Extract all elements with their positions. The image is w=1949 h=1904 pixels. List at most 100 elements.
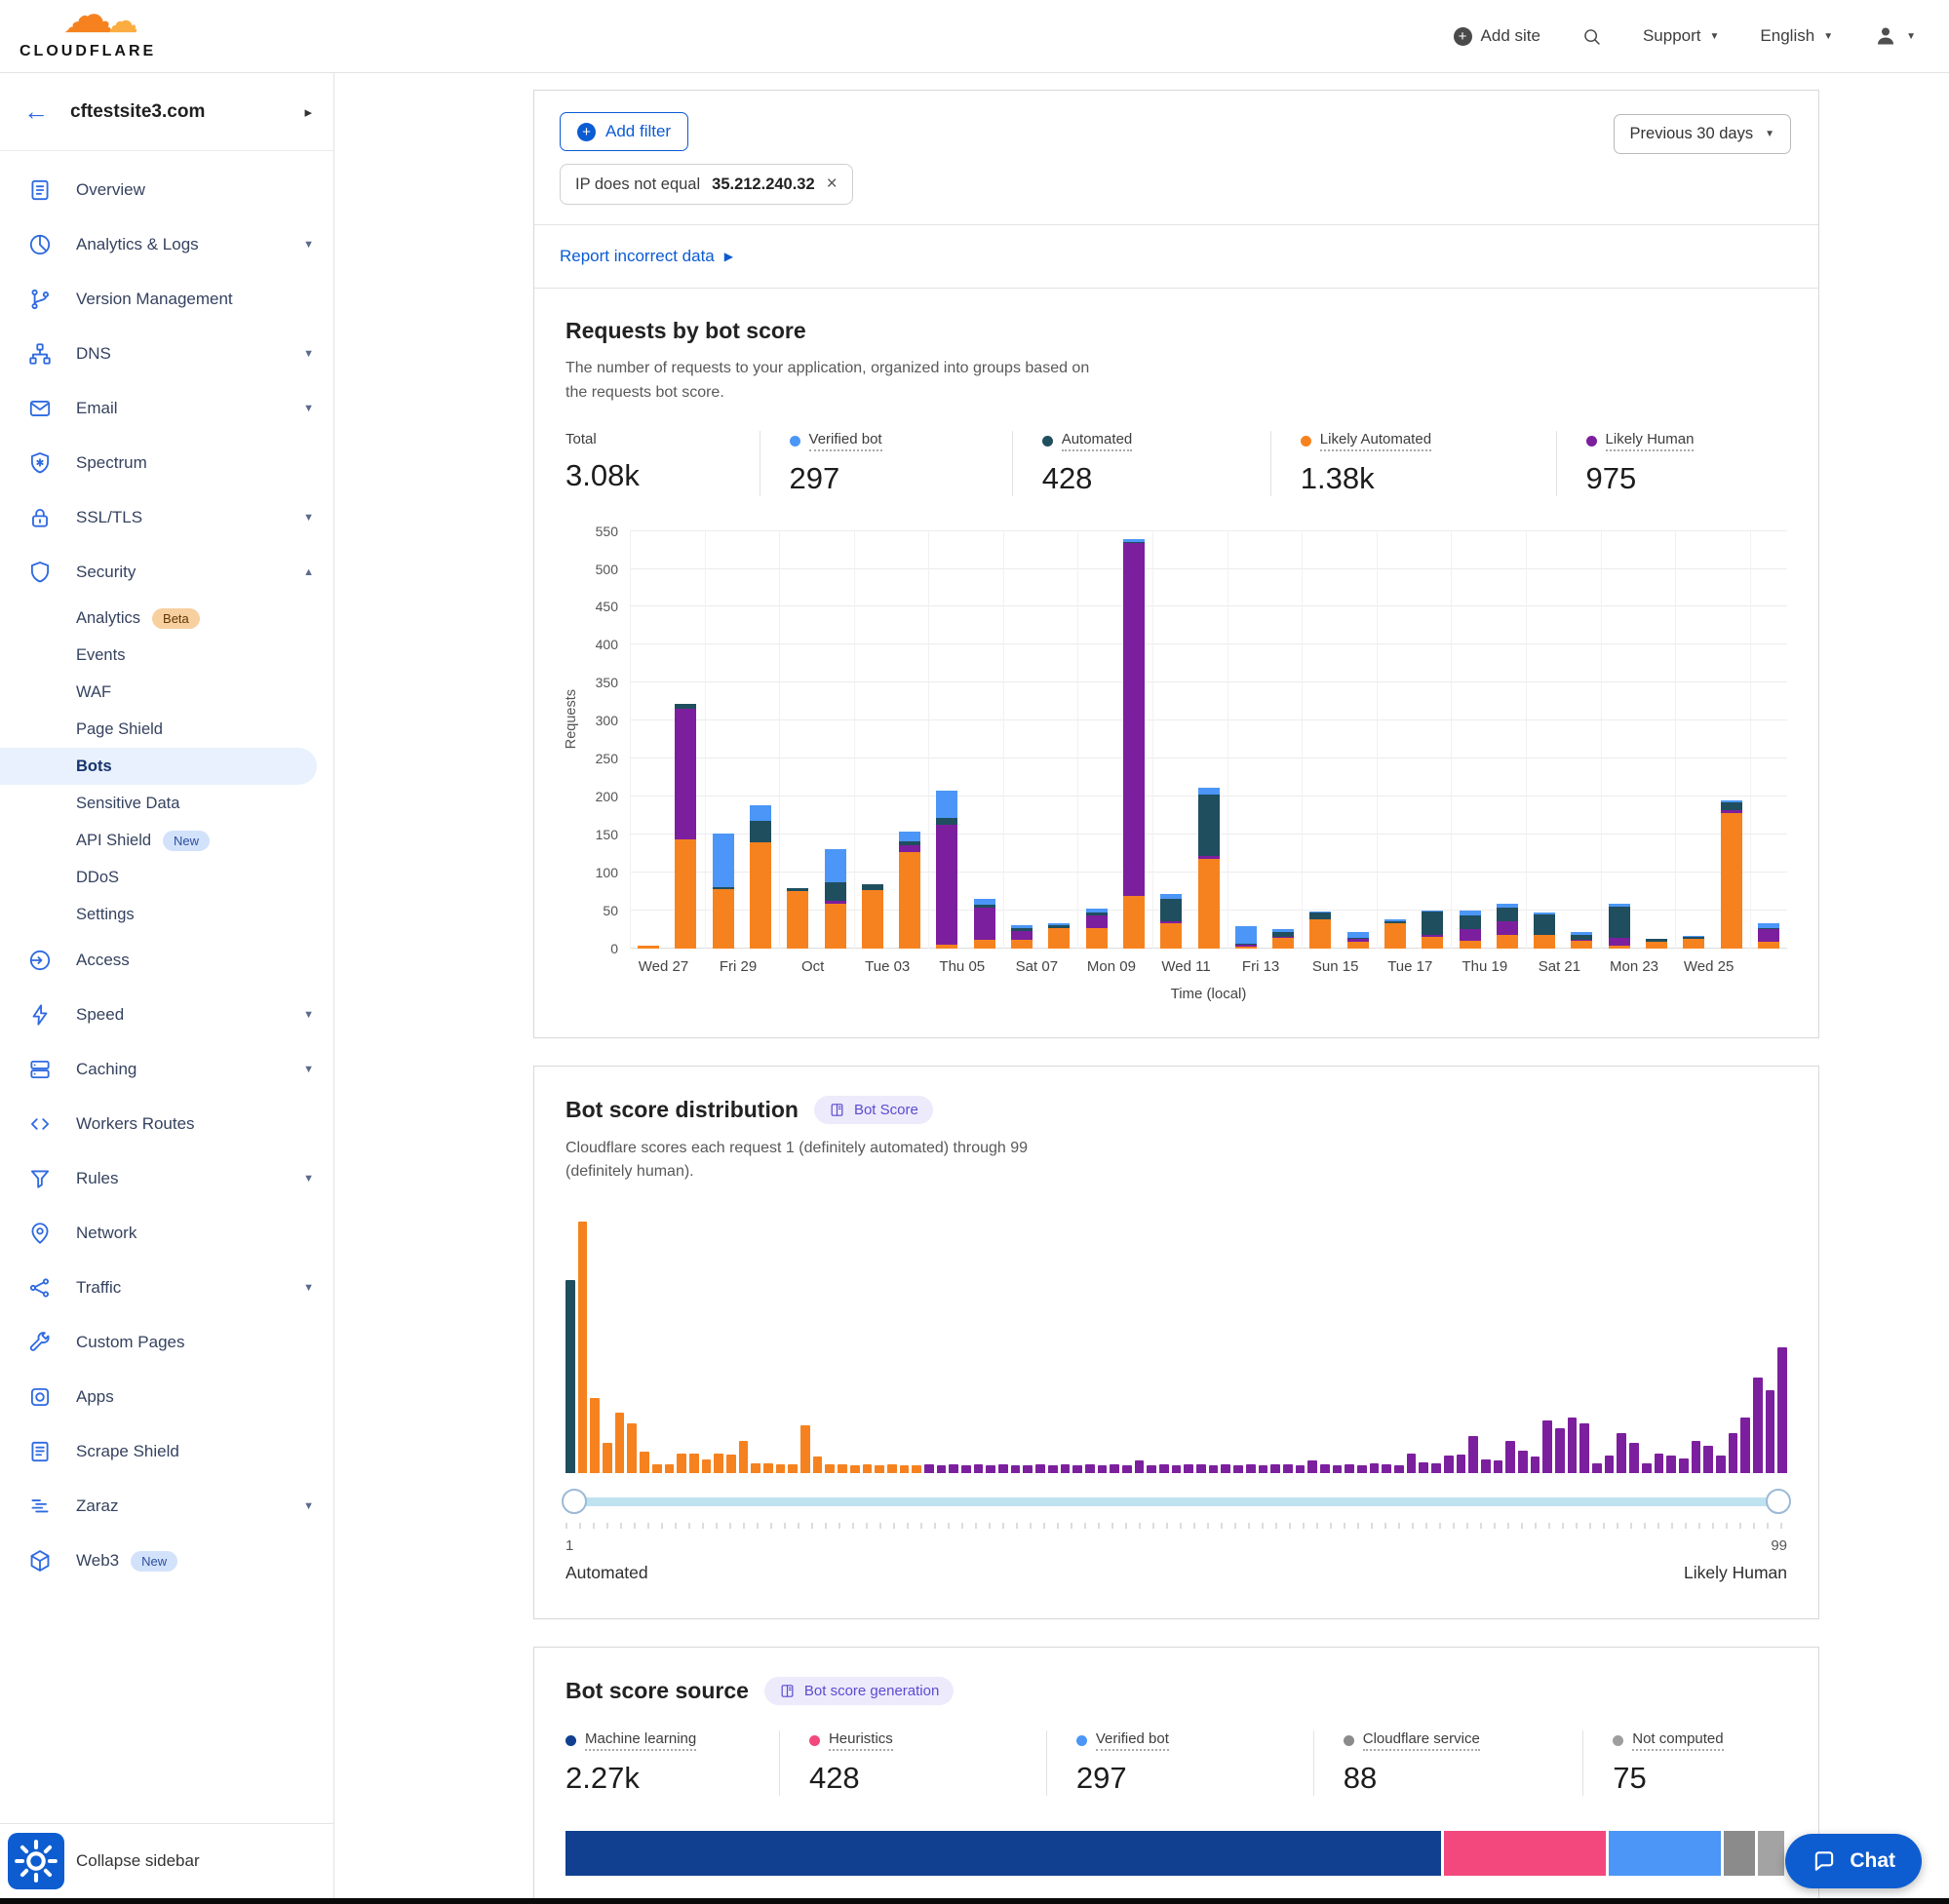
source-section: Bot score source Bot score generation Ma…: [534, 1648, 1818, 1904]
time-range-dropdown[interactable]: Previous 30 days ▼: [1614, 114, 1791, 154]
sidebar-item-access[interactable]: Access: [0, 933, 333, 988]
sidebar-item-apps[interactable]: Apps: [0, 1370, 333, 1424]
histogram-bar-score-30: [924, 1464, 934, 1473]
sidebar-item-ssl-tls[interactable]: SSL/TLS ▼: [0, 490, 333, 545]
sidebar-item-caching[interactable]: Caching▼: [0, 1042, 333, 1097]
histogram-bar-score-45: [1110, 1464, 1119, 1473]
stat-value: 975: [1586, 461, 1787, 496]
sidebar-item-zaraz[interactable]: Zaraz▼: [0, 1479, 333, 1534]
sidebar-item-traffic[interactable]: Traffic▼: [0, 1261, 333, 1315]
sidebar-item-label: SSL/TLS: [76, 508, 142, 527]
sidebar-subitem-label: Settings: [76, 906, 135, 924]
sidebar-item-overview[interactable]: Overview: [0, 163, 333, 217]
sidebar-item-network[interactable]: Network: [0, 1206, 333, 1261]
sidebar-item-security[interactable]: Security▲: [0, 545, 333, 600]
histogram-bar-score-91: [1679, 1458, 1689, 1473]
language-menu[interactable]: English ▼: [1760, 26, 1833, 46]
stat-label[interactable]: Not computed: [1613, 1730, 1723, 1751]
histogram-bar-score-72: [1444, 1456, 1454, 1473]
sidebar-subitem-events[interactable]: Events: [0, 637, 333, 674]
access-icon: [27, 948, 53, 973]
stat-label-text: Likely Automated: [1320, 431, 1431, 451]
chevron-right-icon[interactable]: ▸: [304, 103, 312, 121]
report-incorrect-data-link[interactable]: Report incorrect data ▶: [560, 247, 733, 266]
score-range-slider[interactable]: [565, 1489, 1787, 1514]
chevron-down-icon: ▼: [303, 348, 314, 360]
legend-dot-icon: [1076, 1735, 1087, 1746]
stat-label[interactable]: Cloudflare service: [1344, 1730, 1480, 1751]
histogram-bar-score-87: [1629, 1443, 1639, 1473]
stacked-bar-tue-10: [1123, 539, 1145, 948]
chat-button[interactable]: Chat: [1785, 1834, 1922, 1888]
back-arrow-icon[interactable]: ←: [23, 97, 49, 127]
sidebar-subitem-sensitive-data[interactable]: Sensitive Data: [0, 785, 333, 822]
sidebar-item-scrape-shield[interactable]: Scrape Shield: [0, 1424, 333, 1479]
header-actions: + Add site Support ▼ English ▼ ▼: [1454, 24, 1916, 48]
chevron-down-icon: ▼: [1906, 31, 1916, 42]
histogram-bar-score-54: [1221, 1464, 1230, 1473]
bot-score-doc-badge[interactable]: Bot Score: [814, 1096, 933, 1124]
histogram-bar-score-62: [1320, 1464, 1330, 1473]
x-tick-label: Sun 15: [1312, 958, 1359, 975]
filter-chip[interactable]: IP does not equal 35.212.240.32 ×: [560, 164, 853, 205]
sidebar-item-analytics-logs[interactable]: Analytics & Logs▼: [0, 217, 333, 272]
stat-label[interactable]: Automated: [1042, 431, 1133, 451]
sidebar-item-spectrum[interactable]: Spectrum: [0, 436, 333, 490]
slider-handle-max[interactable]: [1766, 1489, 1791, 1514]
histogram-bar-score-98: [1766, 1390, 1775, 1473]
histogram-bar-score-22: [825, 1464, 835, 1473]
filter-bar: + Add filter IP does not equal 35.212.24…: [534, 91, 1818, 224]
add-site-button[interactable]: + Add site: [1454, 26, 1540, 46]
support-menu[interactable]: Support ▼: [1643, 26, 1719, 46]
sidebar-subitem-ddos[interactable]: DDoS: [0, 859, 333, 896]
sidebar-subitem-bots[interactable]: Bots: [0, 748, 317, 785]
sidebar-item-email[interactable]: Email▼: [0, 381, 333, 436]
bot-score-generation-doc-badge[interactable]: Bot score generation: [764, 1677, 954, 1705]
histogram-bar-score-97: [1753, 1378, 1763, 1473]
search-icon[interactable]: [1581, 26, 1602, 47]
sidebar-item-label: Speed: [76, 1005, 124, 1025]
sidebar-subitem-api-shield[interactable]: API ShieldNew: [0, 822, 333, 859]
y-tick-label: 50: [603, 903, 618, 918]
histogram-bar-score-70: [1419, 1462, 1428, 1474]
remove-filter-icon[interactable]: ×: [827, 174, 838, 195]
stat-label[interactable]: Likely Human: [1586, 431, 1695, 451]
stat-label[interactable]: Verified bot: [1076, 1730, 1169, 1751]
stat-label[interactable]: Verified bot: [790, 431, 882, 451]
cloudflare-logo: ☁ ☁ CLOUDFLARE: [19, 2, 166, 70]
sidebar-item-custom-pages[interactable]: Custom Pages: [0, 1315, 333, 1370]
sidebar-subitem-waf[interactable]: WAF: [0, 674, 333, 711]
requests-stats-row: Total3.08kVerified bot297Automated428Lik…: [565, 431, 1787, 496]
slider-handle-min[interactable]: [562, 1489, 587, 1514]
stat-label[interactable]: Likely Automated: [1301, 431, 1431, 451]
x-tick-label: Sat 07: [1016, 958, 1058, 975]
settings-gear-button[interactable]: [8, 1833, 64, 1889]
sidebar-item-workers-routes[interactable]: Workers Routes: [0, 1097, 333, 1151]
sidebar-item-dns[interactable]: DNS▼: [0, 327, 333, 381]
add-filter-button[interactable]: + Add filter: [560, 112, 688, 151]
y-tick-label: 0: [610, 941, 618, 956]
chevron-down-icon: ▼: [303, 512, 314, 524]
sidebar-subitem-page-shield[interactable]: Page Shield: [0, 711, 333, 748]
stat-label[interactable]: Machine learning: [565, 1730, 696, 1751]
histogram-bar-score-96: [1740, 1418, 1750, 1473]
stat-label[interactable]: Heuristics: [809, 1730, 893, 1751]
collapse-sidebar-button[interactable]: Collapse sidebar: [76, 1851, 200, 1871]
account-menu[interactable]: ▼: [1874, 24, 1916, 48]
sidebar-item-web3[interactable]: Web3New: [0, 1534, 333, 1588]
user-icon: [1874, 24, 1897, 48]
stat-label-text: Machine learning: [585, 1730, 696, 1751]
sidebar-subitem-analytics[interactable]: AnalyticsBeta: [0, 600, 333, 637]
sidebar-item-speed[interactable]: Speed▼: [0, 988, 333, 1042]
histogram-bar-score-82: [1568, 1418, 1578, 1473]
bar-segment-verified-bot: [713, 834, 734, 886]
slider-track[interactable]: [567, 1497, 1785, 1506]
histogram-bar-score-56: [1246, 1464, 1256, 1473]
histogram-bar-score-75: [1481, 1459, 1491, 1473]
sidebar-item-version-management[interactable]: Version Management: [0, 272, 333, 327]
y-tick-label: 150: [596, 827, 618, 842]
stacked-bar-sun-22: [1571, 932, 1592, 949]
sidebar-item-rules[interactable]: Rules▼: [0, 1151, 333, 1206]
sidebar-subitem-settings[interactable]: Settings: [0, 896, 333, 933]
stacked-bar-sat-21: [1534, 913, 1555, 949]
